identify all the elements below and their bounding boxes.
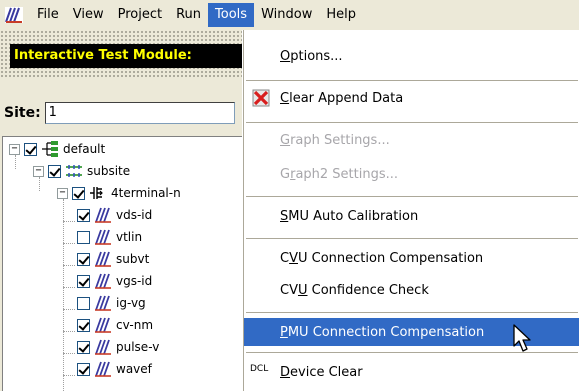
collapse-icon[interactable]: − xyxy=(57,187,68,199)
tree-checkbox[interactable] xyxy=(77,318,90,332)
tree-checkbox[interactable] xyxy=(48,164,61,178)
menu-item-smu-auto-calibration[interactable]: SMU Auto Calibration xyxy=(244,202,579,230)
menu-separator xyxy=(246,312,578,313)
test-module-icon xyxy=(94,251,112,267)
device-clear-icon: DCL xyxy=(250,364,269,374)
menu-file[interactable]: File xyxy=(30,3,66,27)
tree-checkbox[interactable] xyxy=(24,142,37,156)
tree-checkbox[interactable] xyxy=(77,296,90,310)
module-banner: Interactive Test Module: xyxy=(10,44,243,68)
tree-checkbox[interactable] xyxy=(77,274,90,288)
menu-separator xyxy=(246,122,578,123)
tree-checkbox[interactable] xyxy=(77,208,90,222)
tree-node-test[interactable]: ig-vg xyxy=(77,292,146,314)
tree-node-label: vgs-id xyxy=(116,274,153,288)
tree-node-label: ig-vg xyxy=(116,296,146,310)
menu-project[interactable]: Project xyxy=(111,3,169,27)
test-module-icon xyxy=(94,339,112,355)
test-module-icon xyxy=(94,207,112,223)
tree-node-label: wavef xyxy=(116,362,152,376)
tree-node-test[interactable]: pulse-v xyxy=(77,336,159,358)
collapse-icon[interactable]: − xyxy=(9,143,20,155)
subsite-icon xyxy=(65,163,83,179)
tree-checkbox[interactable] xyxy=(77,252,90,266)
tree-checkbox[interactable] xyxy=(77,362,90,376)
collapse-icon[interactable]: − xyxy=(33,165,44,177)
clear-x-icon xyxy=(252,89,270,107)
tree-node-label: default xyxy=(63,142,106,156)
tree-node-test[interactable]: cv-nm xyxy=(77,314,153,336)
menu-item-graph2-settings[interactable]: Graph2 Settings... xyxy=(244,160,579,188)
tree-node-label: cv-nm xyxy=(116,318,154,332)
test-module-icon xyxy=(94,229,112,245)
menu-item-clear-append-data[interactable]: Clear Append Data xyxy=(244,84,579,112)
menu-separator xyxy=(246,80,578,81)
tree-node-test[interactable]: wavef xyxy=(77,358,152,380)
menu-separator xyxy=(246,196,578,197)
menu-tools[interactable]: Tools xyxy=(208,3,255,27)
menu-view[interactable]: View xyxy=(66,3,111,27)
tree-node-default[interactable]: − default xyxy=(9,138,105,160)
device-icon xyxy=(89,185,107,201)
site-input[interactable]: 1 xyxy=(44,102,235,124)
menu-item-cvu-confidence-check[interactable]: CVU Confidence Check xyxy=(244,276,579,304)
menu-window[interactable]: Window xyxy=(254,3,319,27)
tree-node-label: subvt xyxy=(116,252,150,266)
project-tree[interactable]: − default − subsite − 4terminal-n vds-id… xyxy=(2,136,243,391)
tree-node-label: vds-id xyxy=(116,208,153,222)
site-row: Site: 1 xyxy=(4,100,235,126)
tree-node-label: vtlin xyxy=(116,230,143,244)
pointer-cursor-icon xyxy=(512,324,534,354)
tree-checkbox[interactable] xyxy=(77,230,90,244)
tree-node-test[interactable]: vgs-id xyxy=(77,270,152,292)
tree-checkbox[interactable] xyxy=(77,340,90,354)
menu-bar: File View Project Run Tools Window Help xyxy=(0,0,579,30)
test-module-icon xyxy=(94,361,112,377)
tree-node-device[interactable]: − 4terminal-n xyxy=(57,182,181,204)
tree-node-test[interactable]: vtlin xyxy=(77,226,142,248)
test-module-icon xyxy=(94,317,112,333)
site-icon xyxy=(41,141,59,157)
tree-node-label: 4terminal-n xyxy=(111,186,181,200)
menu-separator xyxy=(246,238,578,239)
tree-node-subsite[interactable]: − subsite xyxy=(33,160,130,182)
test-module-icon xyxy=(94,295,112,311)
menu-item-options[interactable]: Options... xyxy=(244,42,579,70)
tree-node-test[interactable]: subvt xyxy=(77,248,149,270)
menu-run[interactable]: Run xyxy=(169,3,208,27)
tree-checkbox[interactable] xyxy=(72,186,85,200)
menu-item-cvu-connection-compensation[interactable]: CVU Connection Compensation xyxy=(244,244,579,272)
site-label: Site: xyxy=(4,105,41,121)
menu-item-graph-settings[interactable]: Graph Settings... xyxy=(244,126,579,154)
menu-item-device-clear[interactable]: DCL Device Clear xyxy=(244,358,579,386)
menu-help[interactable]: Help xyxy=(319,3,363,27)
app-logo-icon[interactable] xyxy=(4,5,24,25)
tree-node-label: pulse-v xyxy=(116,340,160,354)
tree-node-label: subsite xyxy=(87,164,131,178)
test-module-icon xyxy=(94,273,112,289)
tree-node-test[interactable]: vds-id xyxy=(77,204,152,226)
